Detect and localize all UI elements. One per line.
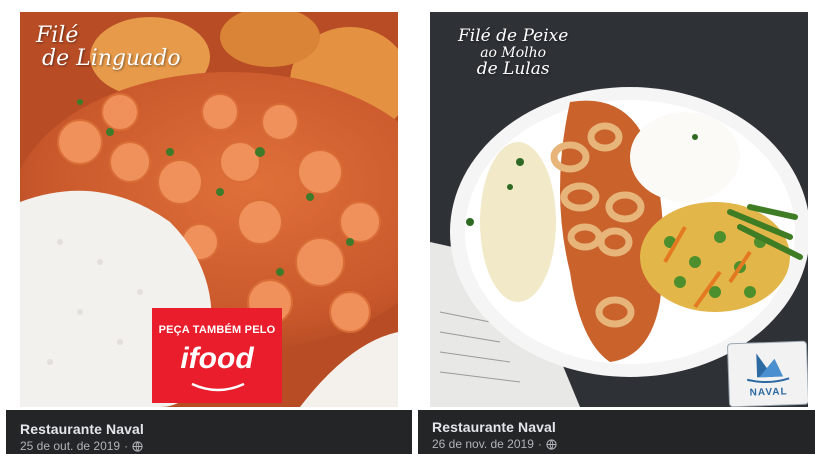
page-name-link[interactable]: Restaurante Naval	[20, 421, 144, 437]
post-photo-file-de-linguado[interactable]: Filé de Linguado PEÇA TAMBÉM PELO ifood	[20, 12, 398, 407]
naval-logo-tag: NAVAL	[726, 340, 808, 407]
ifood-smile-icon	[191, 382, 245, 392]
dish-title-line3: de Lulas	[476, 58, 550, 79]
ifood-promo-badge: PEÇA TAMBÉM PELO ifood	[152, 308, 282, 403]
dish-title-line2: de Linguado	[42, 46, 181, 72]
post-photo-file-de-peixe[interactable]: Filé de Peixe ao Molho de Lulas NAVAL	[430, 12, 808, 407]
post-footer: Restaurante Naval 26 de nov. de 2019 ·	[418, 410, 815, 454]
ifood-promo-text: PEÇA TAMBÉM PELO	[158, 324, 276, 336]
globe-icon	[132, 440, 143, 452]
dish-title-line1: Filé	[36, 23, 79, 48]
post-card-right: Filé de Peixe ao Molho de Lulas NAVAL Re…	[418, 0, 815, 454]
meta-separator: ·	[537, 437, 542, 451]
post-meta: 25 de out. de 2019 ·	[20, 439, 143, 453]
naval-logo-text: NAVAL	[749, 386, 788, 399]
post-date[interactable]: 25 de out. de 2019	[20, 439, 120, 453]
post-card-left: Filé de Linguado PEÇA TAMBÉM PELO ifood …	[0, 0, 412, 454]
sailboat-icon	[746, 353, 790, 383]
post-meta: 26 de nov. de 2019 ·	[432, 437, 557, 451]
meta-separator: ·	[124, 439, 129, 453]
dish-title-line1: Filé de Peixe	[458, 26, 569, 46]
post-footer: Restaurante Naval 25 de out. de 2019 ·	[6, 410, 412, 454]
page-name-link[interactable]: Restaurante Naval	[432, 419, 556, 435]
globe-icon	[546, 438, 557, 450]
ifood-logo: ifood	[180, 342, 254, 375]
post-date[interactable]: 26 de nov. de 2019	[432, 437, 534, 451]
